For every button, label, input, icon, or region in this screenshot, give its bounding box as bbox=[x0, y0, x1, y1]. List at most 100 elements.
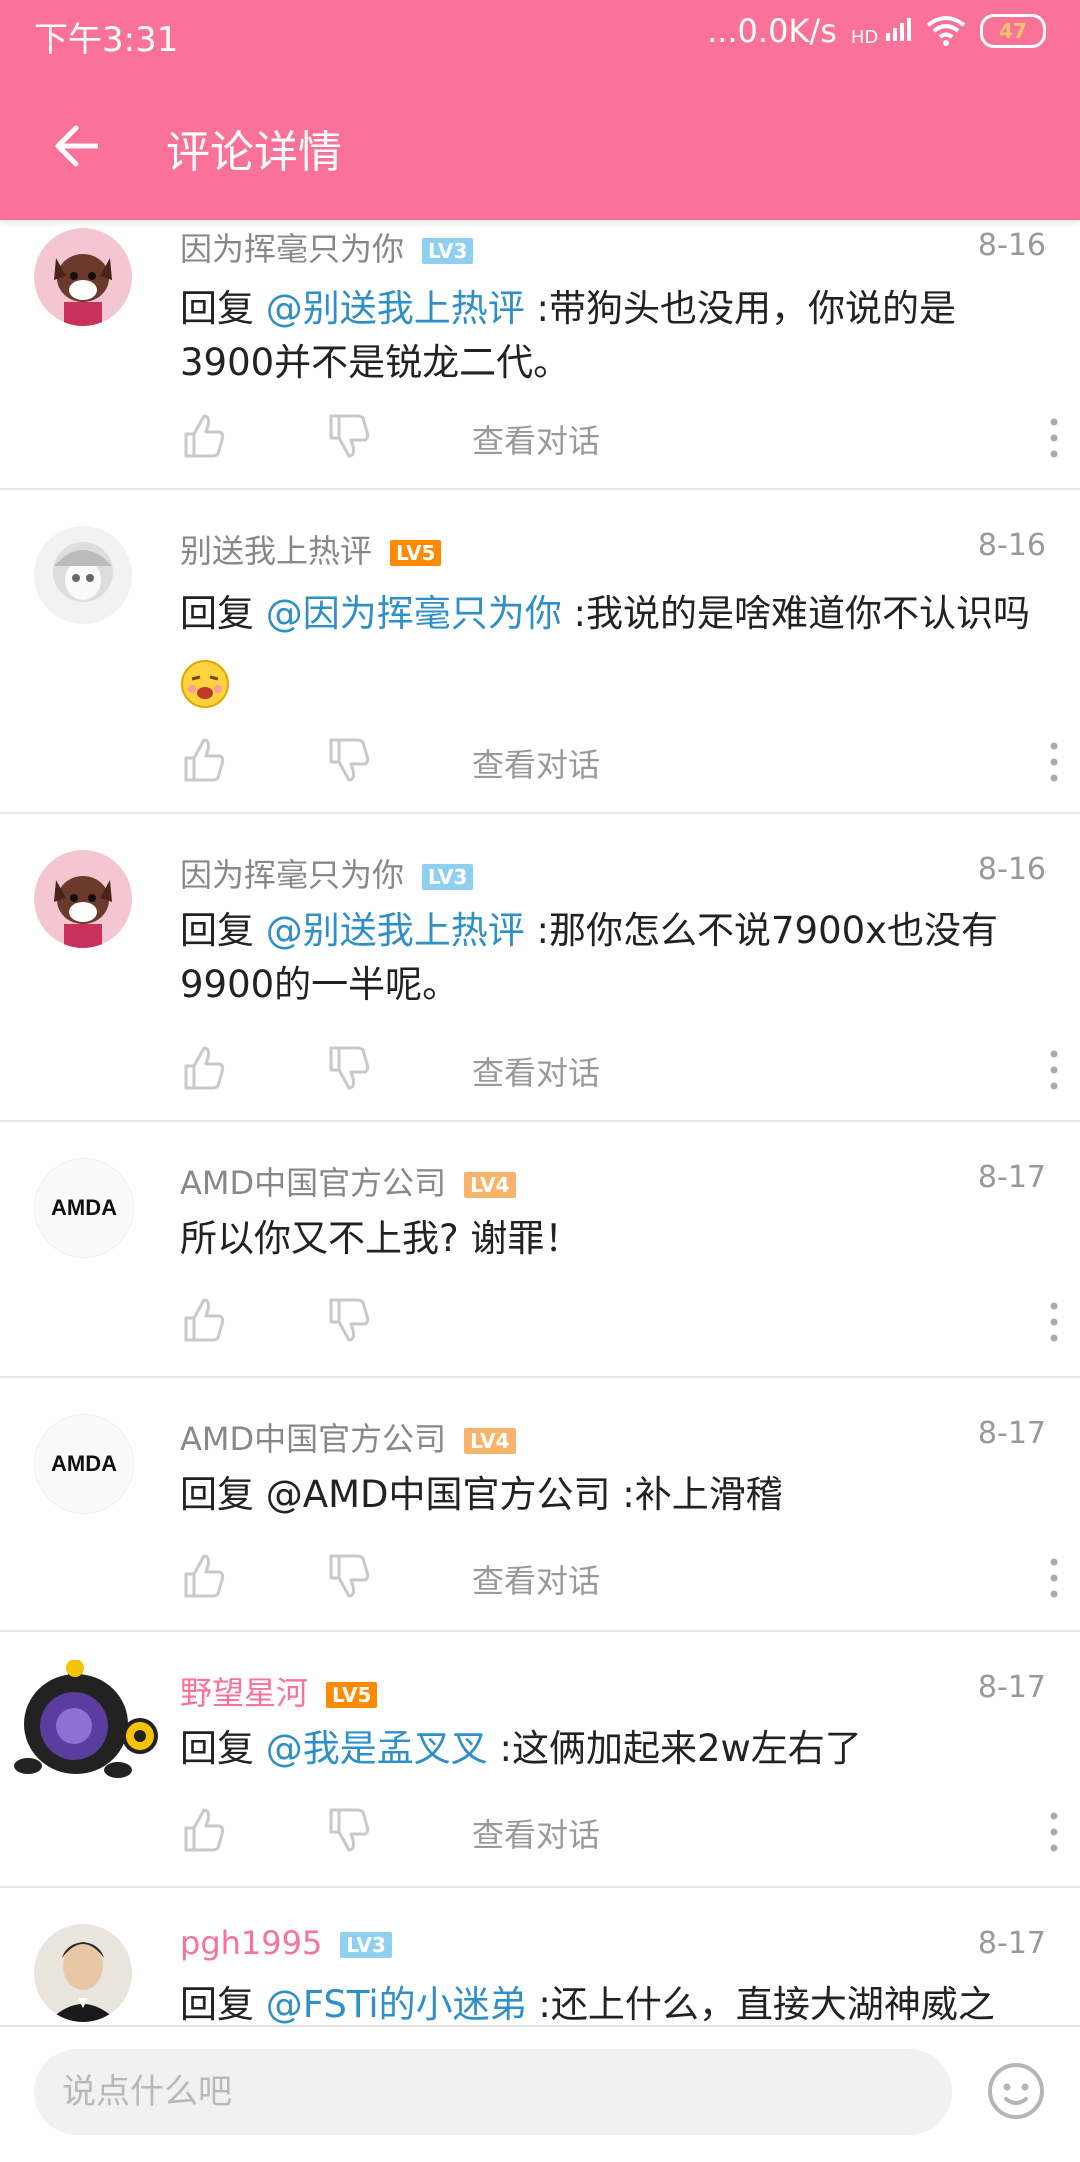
username[interactable]: pgh1995 LV3 bbox=[180, 1924, 392, 1962]
app-bar: 评论详情 bbox=[0, 72, 1080, 220]
username-text: 野望星河 bbox=[180, 1674, 309, 1712]
cartoon-avatar[interactable] bbox=[8, 1660, 158, 1780]
username-text: AMD中国官方公司 bbox=[180, 1164, 447, 1202]
hd-label: HD bbox=[850, 26, 879, 48]
reply-prefix: 回复 bbox=[180, 909, 266, 952]
comment-list[interactable]: 因为挥毫只为你 LV3 8-16 回复 @别送我上热评 :带狗头也没用，你说的是3… bbox=[0, 220, 1080, 2025]
thumbs-down-icon[interactable] bbox=[325, 1806, 373, 1854]
comment-item: pgh1995 LV3 8-17 回复 @FSTi的小迷弟 :还上什么，直接大湖神… bbox=[0, 1886, 1080, 2025]
level-badge: LV5 bbox=[390, 540, 442, 566]
comment-body: :还上什么，直接大湖神威之 bbox=[526, 1983, 995, 2025]
comment-actions: 查看对话 bbox=[180, 1552, 1058, 1608]
emoji-icon[interactable] bbox=[986, 2061, 1046, 2121]
username[interactable]: 因为挥毫只为你 LV3 bbox=[180, 850, 474, 896]
username-text: 因为挥毫只为你 bbox=[180, 856, 405, 894]
comment-date: 8-17 bbox=[977, 1670, 1046, 1705]
username[interactable]: AMD中国官方公司 LV4 bbox=[180, 1414, 516, 1460]
comment-text: 回复 @别送我上热评 :带狗头也没用，你说的是3900并不是锐龙二代。 bbox=[180, 282, 1040, 390]
amd-logo[interactable]: AMDA bbox=[34, 1414, 134, 1514]
thumbs-down-icon[interactable] bbox=[325, 1552, 373, 1600]
more-options-icon[interactable] bbox=[1048, 740, 1060, 784]
network-speed: ...0.0K/s bbox=[707, 12, 837, 50]
thumbs-down-icon[interactable] bbox=[325, 1296, 373, 1344]
username-text: pgh1995 bbox=[180, 1924, 323, 1962]
comment-input-bar: 说点什么吧 bbox=[0, 2025, 1080, 2162]
comment-item: 因为挥毫只为你 LV3 8-16 回复 @别送我上热评 :带狗头也没用，你说的是3… bbox=[0, 220, 1080, 490]
comment-date: 8-16 bbox=[977, 852, 1046, 887]
thumbs-down-icon[interactable] bbox=[325, 736, 373, 784]
comment-text: 回复 @FSTi的小迷弟 :还上什么，直接大湖神威之 bbox=[180, 1978, 1040, 2025]
more-options-icon[interactable] bbox=[1048, 1556, 1060, 1600]
thumbs-down-icon[interactable] bbox=[325, 412, 373, 460]
comment-text: 回复 @AMD中国官方公司 :补上滑稽 bbox=[180, 1468, 1040, 1522]
comment-item: AMDA AMD中国官方公司 LV4 8-17 回复 @AMD中国官方公司 :补上… bbox=[0, 1376, 1080, 1632]
comment-item: 因为挥毫只为你 LV3 8-16 回复 @别送我上热评 :那你怎么不说7900x也… bbox=[0, 812, 1080, 1122]
thumbs-up-icon[interactable] bbox=[180, 412, 228, 460]
status-icons: ...0.0K/s HD 47 bbox=[707, 12, 1046, 50]
comment-actions: 查看对话 bbox=[180, 412, 1058, 468]
comment-body: :这俩加起来2w左右了 bbox=[487, 1727, 862, 1770]
comment-body: :我说的是啥难道你不认识吗 bbox=[561, 592, 1030, 635]
dog-avatar[interactable] bbox=[34, 228, 132, 326]
more-options-icon[interactable] bbox=[1048, 416, 1060, 460]
comment-text: 回复 @因为挥毫只为你 :我说的是啥难道你不认识吗 bbox=[180, 580, 1040, 716]
back-arrow-icon[interactable] bbox=[48, 116, 108, 176]
username[interactable]: 别送我上热评 LV5 bbox=[180, 526, 442, 572]
view-conversation-link[interactable]: 查看对话 bbox=[472, 1810, 600, 1856]
more-options-icon[interactable] bbox=[1048, 1300, 1060, 1344]
view-conversation-link[interactable]: 查看对话 bbox=[472, 740, 600, 786]
reply-prefix: 回复 bbox=[180, 1983, 266, 2025]
wifi-icon bbox=[926, 16, 966, 46]
comment-actions: 查看对话 bbox=[180, 1806, 1058, 1862]
comment-actions: 查看对话 bbox=[180, 736, 1058, 792]
mention-link[interactable]: @别送我上热评 bbox=[266, 287, 525, 330]
amd-logo[interactable]: AMDA bbox=[34, 1158, 134, 1258]
anime-avatar[interactable] bbox=[34, 526, 132, 624]
more-options-icon[interactable] bbox=[1048, 1810, 1060, 1854]
view-conversation-link[interactable]: 查看对话 bbox=[472, 1556, 600, 1602]
dog-avatar[interactable] bbox=[34, 850, 132, 948]
thumbs-up-icon[interactable] bbox=[180, 1552, 228, 1600]
thumbs-up-icon[interactable] bbox=[180, 1806, 228, 1854]
comment-date: 8-17 bbox=[977, 1160, 1046, 1195]
comment-date: 8-17 bbox=[977, 1416, 1046, 1451]
username[interactable]: 因为挥毫只为你 LV3 bbox=[180, 224, 474, 270]
comment-actions bbox=[180, 1296, 1058, 1352]
page-title: 评论详情 bbox=[166, 127, 342, 178]
reply-prefix: 回复 bbox=[180, 592, 266, 635]
view-conversation-link[interactable]: 查看对话 bbox=[472, 416, 600, 462]
comment-text: 所以你又不上我? 谢罪！ bbox=[180, 1212, 1040, 1266]
view-conversation-link[interactable]: 查看对话 bbox=[472, 1048, 600, 1094]
thumbs-down-icon[interactable] bbox=[325, 1044, 373, 1092]
username[interactable]: 野望星河 LV5 bbox=[180, 1668, 378, 1714]
comment-input[interactable]: 说点什么吧 bbox=[34, 2049, 952, 2135]
mention-link[interactable]: @因为挥毫只为你 bbox=[266, 592, 562, 635]
comment-date: 8-17 bbox=[977, 1926, 1046, 1961]
mention-link[interactable]: @我是孟叉叉 bbox=[266, 1727, 488, 1770]
reply-prefix: 回复 bbox=[180, 287, 266, 330]
thumbs-up-icon[interactable] bbox=[180, 1296, 228, 1344]
level-badge: LV5 bbox=[326, 1682, 378, 1708]
reply-prefix: 回复 bbox=[180, 1473, 266, 1516]
emoji-laugh-icon bbox=[181, 659, 229, 708]
comment-date: 8-16 bbox=[977, 228, 1046, 263]
battery-icon: 47 bbox=[980, 14, 1046, 48]
comment-actions: 查看对话 bbox=[180, 1044, 1058, 1100]
mention-link[interactable]: @FSTi的小迷弟 bbox=[266, 1983, 527, 2025]
mention-link[interactable]: @别送我上热评 bbox=[266, 909, 525, 952]
signal-icon: HD bbox=[851, 15, 912, 48]
comment-text: 回复 @我是孟叉叉 :这俩加起来2w左右了 bbox=[180, 1722, 1040, 1776]
thumbs-up-icon[interactable] bbox=[180, 736, 228, 784]
username[interactable]: AMD中国官方公司 LV4 bbox=[180, 1158, 516, 1204]
username-text: AMD中国官方公司 bbox=[180, 1420, 447, 1458]
level-badge: LV4 bbox=[464, 1428, 516, 1454]
comment-item: 别送我上热评 LV5 8-16 回复 @因为挥毫只为你 :我说的是啥难道你不认识吗… bbox=[0, 488, 1080, 814]
thumbs-up-icon[interactable] bbox=[180, 1044, 228, 1092]
man-avatar[interactable] bbox=[34, 1924, 132, 2022]
comment-item: 野望星河 LV5 8-17 回复 @我是孟叉叉 :这俩加起来2w左右了 查看对话 bbox=[0, 1630, 1080, 1888]
status-bar: 下午3:31 ...0.0K/s HD 47 bbox=[0, 0, 1080, 72]
more-options-icon[interactable] bbox=[1048, 1048, 1060, 1092]
comment-body: 所以你又不上我? 谢罪！ bbox=[180, 1217, 582, 1260]
level-badge: LV3 bbox=[340, 1932, 392, 1958]
comment-item: AMDA AMD中国官方公司 LV4 8-17 所以你又不上我? 谢罪！ bbox=[0, 1120, 1080, 1378]
